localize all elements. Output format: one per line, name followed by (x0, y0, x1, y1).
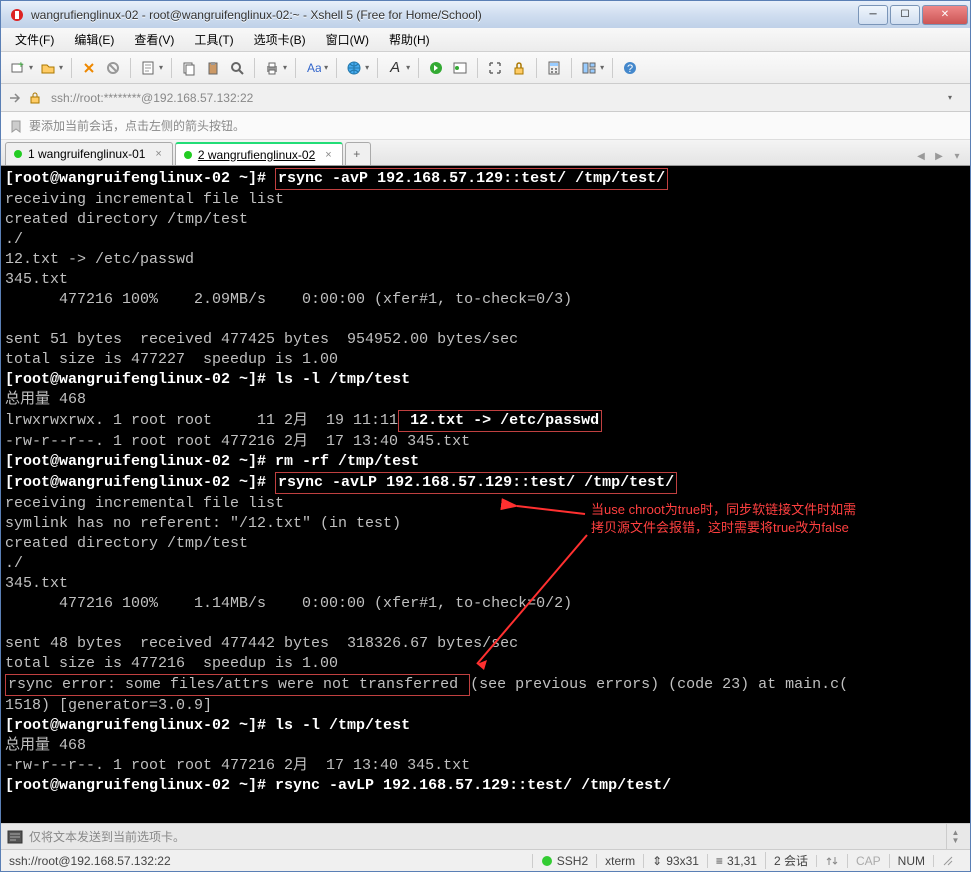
status-updown-icon (816, 855, 847, 867)
font-button[interactable]: Aa (302, 57, 324, 79)
menu-view[interactable]: 查看(V) (126, 29, 182, 50)
tab-session-1[interactable]: 1 wangruifenglinux-01 × (5, 142, 173, 165)
properties-button[interactable] (137, 57, 159, 79)
new-tab-button[interactable]: + (345, 142, 371, 165)
layout-button[interactable] (578, 57, 600, 79)
fullscreen-button[interactable] (484, 57, 506, 79)
status-size: ⇕ 93x31 (643, 854, 707, 868)
globe-button[interactable] (343, 57, 365, 79)
tab-prev-button[interactable]: ◀ (912, 147, 930, 165)
lock-icon (27, 90, 43, 106)
status-proto: SSH2 (532, 854, 596, 868)
app-icon (9, 7, 25, 23)
bookmark-icon[interactable] (9, 119, 23, 133)
globe-dropdown[interactable]: ▾ (363, 63, 371, 72)
calculator-button[interactable] (543, 57, 565, 79)
window-body: 文件(F) 编辑(E) 查看(V) 工具(T) 选项卡(B) 窗口(W) 帮助(… (0, 28, 971, 872)
menu-edit[interactable]: 编辑(E) (66, 29, 122, 50)
tab-label: 1 wangruifenglinux-01 (28, 147, 145, 161)
menubar: 文件(F) 编辑(E) 查看(V) 工具(T) 选项卡(B) 窗口(W) 帮助(… (1, 28, 970, 52)
toolbar: +▾ ▾ ▾ ▾ Aa▾ ▾ A▾ ▾ ? (1, 52, 970, 84)
menu-tabs[interactable]: 选项卡(B) (246, 29, 314, 50)
svg-text:+: + (18, 60, 24, 71)
tab-session-2[interactable]: 2 wangrufienglinux-02 × (175, 142, 343, 165)
close-button[interactable]: ✕ (922, 5, 968, 25)
properties-dropdown[interactable]: ▾ (157, 63, 165, 72)
resize-grip[interactable] (933, 855, 962, 867)
maximize-button[interactable]: ☐ (890, 5, 920, 25)
tab-close-icon[interactable]: × (325, 149, 331, 161)
open-dropdown[interactable]: ▾ (57, 63, 65, 72)
menu-help[interactable]: 帮助(H) (381, 29, 438, 50)
send-icon[interactable] (7, 830, 23, 844)
status-dot-icon (184, 151, 192, 159)
font-dropdown[interactable]: ▾ (322, 63, 330, 72)
status-dot-icon (14, 150, 22, 158)
rsync-cmd-1: rsync -avP 192.168.57.129::test/ /tmp/te… (275, 168, 668, 190)
address-text[interactable]: ssh://root:********@192.168.57.132:22 (47, 89, 944, 107)
disconnect-button[interactable] (102, 57, 124, 79)
compose-input-bar: 仅将文本发送到当前选项卡。 ▲▼ (1, 823, 970, 849)
svg-text:?: ? (627, 63, 633, 75)
annotation-text: 当use chroot为true时，同步软链接文件时如需拷贝源文件会报错，这时需… (591, 501, 856, 537)
compose-input[interactable]: 仅将文本发送到当前选项卡。 (29, 828, 940, 845)
menu-tools[interactable]: 工具(T) (186, 29, 241, 50)
tab-label: 2 wangrufienglinux-02 (198, 148, 315, 162)
statusbar: ssh://root@192.168.57.132:22 SSH2 xterm … (1, 849, 970, 871)
status-cap: CAP (847, 854, 889, 868)
add-session-icon[interactable] (7, 90, 23, 106)
address-dropdown[interactable]: ▾ (948, 93, 964, 102)
highlight-button[interactable]: A (384, 57, 406, 79)
highlight-dropdown[interactable]: ▾ (404, 63, 412, 72)
status-term: xterm (596, 854, 643, 868)
status-sessions: 2 会话 (765, 852, 816, 869)
print-dropdown[interactable]: ▾ (281, 63, 289, 72)
menu-window[interactable]: 窗口(W) (318, 29, 377, 50)
menu-file[interactable]: 文件(F) (7, 29, 62, 50)
find-button[interactable] (226, 57, 248, 79)
help-button[interactable]: ? (619, 57, 641, 79)
tab-list-button[interactable]: ▾ (948, 147, 966, 165)
addressbar: ssh://root:********@192.168.57.132:22 ▾ (1, 84, 970, 112)
new-session-button[interactable]: + (7, 57, 29, 79)
copy-button[interactable] (178, 57, 200, 79)
titlebar: wangrufienglinux-02 - root@wangruifengli… (0, 0, 971, 28)
symlink-entry: 12.txt -> /etc/passwd (398, 410, 602, 432)
paste-button[interactable] (202, 57, 224, 79)
new-session-dropdown[interactable]: ▾ (27, 63, 35, 72)
open-button[interactable] (37, 57, 59, 79)
window-title: wangrufienglinux-02 - root@wangruifengli… (31, 8, 856, 22)
print-button[interactable] (261, 57, 283, 79)
rsync-cmd-2: rsync -avLP 192.168.57.129::test/ /tmp/t… (275, 472, 677, 494)
hint-text: 要添加当前会话，点击左侧的箭头按钮。 (29, 117, 245, 134)
reconnect-button[interactable] (78, 57, 100, 79)
layout-dropdown[interactable]: ▾ (598, 63, 606, 72)
minimize-button[interactable]: ─ (858, 5, 888, 25)
script-button[interactable] (425, 57, 447, 79)
terminal[interactable]: [root@wangruifenglinux-02 ~]# rsync -avP… (1, 166, 970, 823)
status-num: NUM (889, 854, 933, 868)
hintbar: 要添加当前会话，点击左侧的箭头按钮。 (1, 112, 970, 140)
window-buttons: ─ ☐ ✕ (856, 5, 968, 25)
script-list-button[interactable] (449, 57, 471, 79)
status-connection: ssh://root@192.168.57.132:22 (9, 854, 532, 868)
tab-next-button[interactable]: ▶ (930, 147, 948, 165)
status-pos: ≡ 31,31 (707, 854, 765, 868)
svg-text:Aa: Aa (307, 61, 321, 75)
tabbar: 1 wangruifenglinux-01 × 2 wangrufienglin… (1, 140, 970, 166)
scroll-buttons[interactable]: ▲▼ (946, 824, 964, 849)
rsync-error: rsync error: some files/attrs were not t… (5, 674, 470, 696)
lock-button[interactable] (508, 57, 530, 79)
tab-close-icon[interactable]: × (155, 148, 161, 160)
